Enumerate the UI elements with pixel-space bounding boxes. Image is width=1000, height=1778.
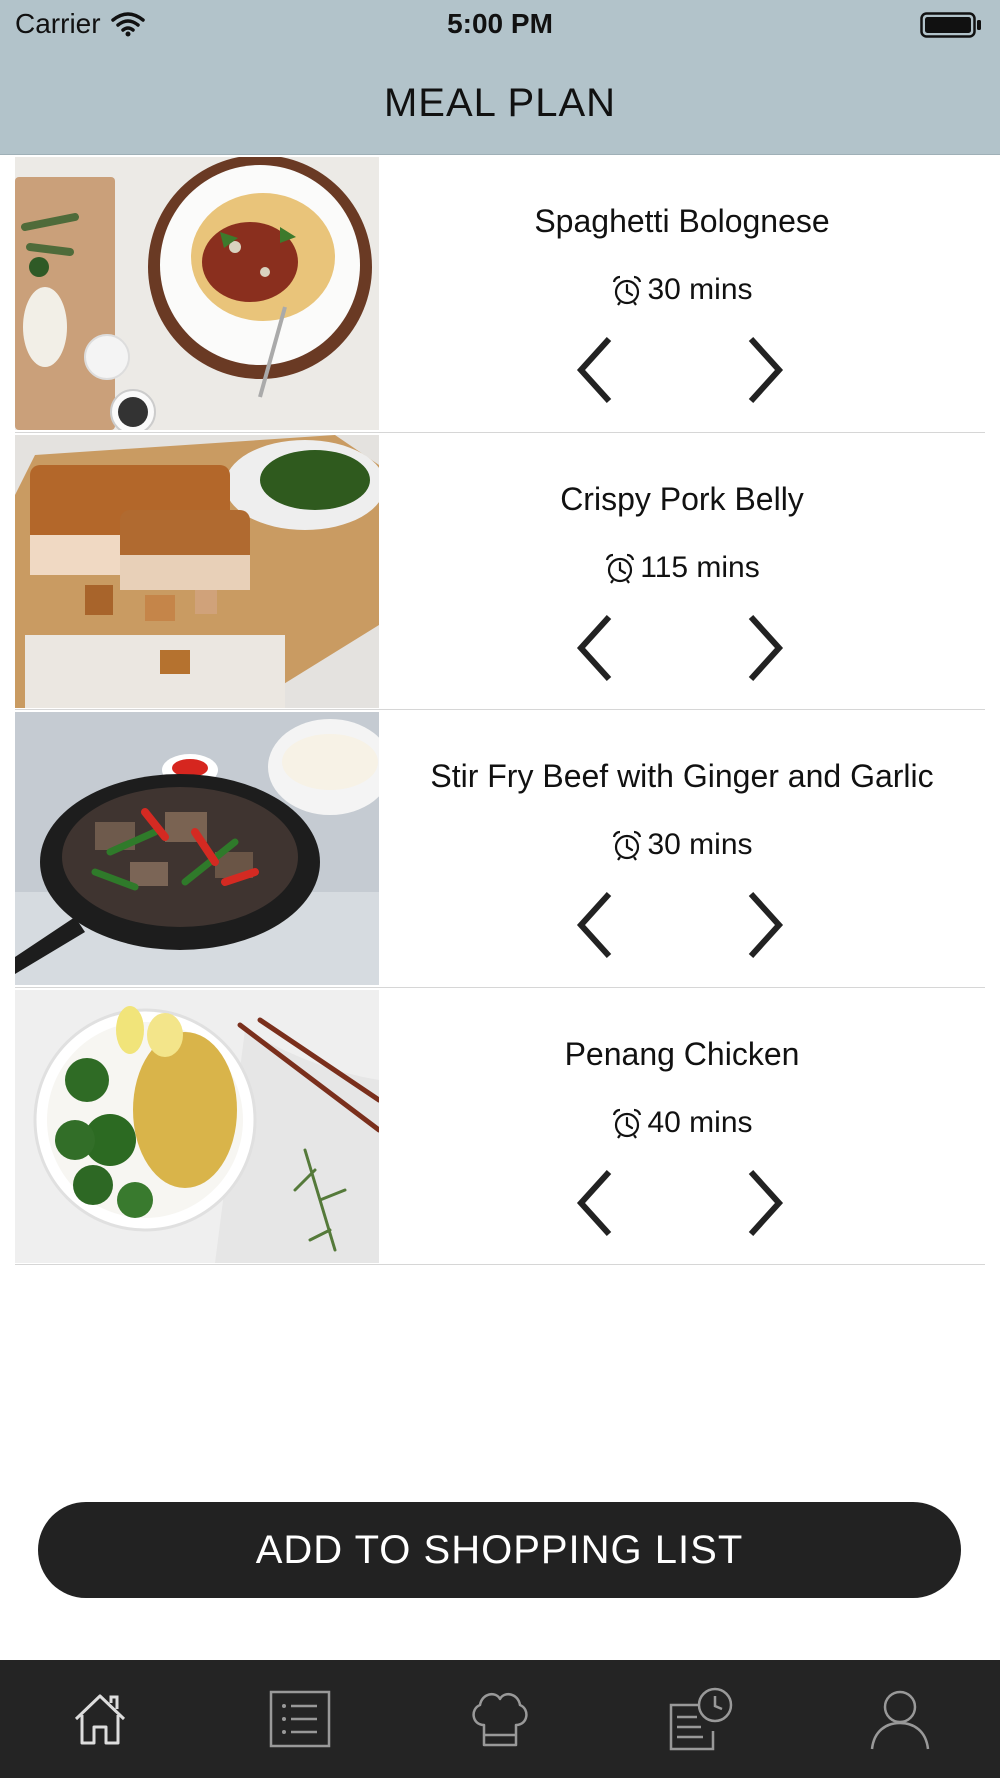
alarm-clock-icon xyxy=(613,275,642,306)
alarm-clock-icon xyxy=(613,1108,642,1139)
profile-icon xyxy=(870,1690,930,1750)
chevron-left-icon[interactable] xyxy=(575,613,615,683)
meal-row[interactable]: Crispy Pork Belly 115 mins xyxy=(15,433,985,710)
chevron-left-icon[interactable] xyxy=(575,890,615,960)
meal-row[interactable]: Stir Fry Beef with Ginger and Garlic 30 … xyxy=(15,710,985,988)
meal-time-label: 115 mins xyxy=(640,550,760,584)
meal-info: Stir Fry Beef with Ginger and Garlic 30 … xyxy=(379,710,985,987)
meal-time: 30 mins xyxy=(379,828,985,862)
meal-info: Penang Chicken 40 mins xyxy=(379,988,985,1265)
clock: 5:00 PM xyxy=(447,8,553,39)
list-icon xyxy=(269,1690,331,1748)
meal-time: 40 mins xyxy=(379,1106,985,1140)
page-title: MEAL PLAN xyxy=(383,80,617,125)
meal-photo xyxy=(15,712,379,985)
meal-time: 115 mins xyxy=(379,551,985,585)
nav-bar: MEAL PLAN xyxy=(0,52,1000,155)
meal-name: Crispy Pork Belly xyxy=(560,480,804,517)
tab-history[interactable] xyxy=(600,1660,800,1778)
meal-photo xyxy=(15,989,379,1263)
tab-profile[interactable] xyxy=(800,1660,1000,1778)
meal-switcher xyxy=(379,1168,985,1238)
status-bar: Carrier 5:00 PM xyxy=(0,0,1000,52)
battery-icon xyxy=(920,12,982,45)
meal-time: 30 mins xyxy=(379,273,985,307)
chevron-right-icon[interactable] xyxy=(745,335,785,405)
meal-info: Crispy Pork Belly 115 mins xyxy=(379,433,985,710)
chevron-right-icon[interactable] xyxy=(745,1168,785,1238)
meal-photo xyxy=(15,434,379,708)
tab-recipes[interactable] xyxy=(400,1660,600,1778)
meal-time-label: 30 mins xyxy=(647,273,753,306)
meal-switcher xyxy=(379,613,985,683)
history-icon xyxy=(669,1687,733,1751)
chevron-left-icon[interactable] xyxy=(575,1168,615,1238)
meal-switcher xyxy=(379,890,985,960)
alarm-clock-icon xyxy=(606,553,635,584)
chevron-left-icon[interactable] xyxy=(575,335,615,405)
chef-hat-icon xyxy=(472,1692,528,1747)
meal-time-label: 30 mins xyxy=(647,828,753,861)
meal-row[interactable]: Penang Chicken 40 mins xyxy=(15,988,985,1265)
meal-name: Stir Fry Beef with Ginger and Garlic xyxy=(430,758,934,794)
tab-home[interactable] xyxy=(0,1660,200,1778)
chevron-right-icon[interactable] xyxy=(745,890,785,960)
add-to-shopping-list-button[interactable]: ADD TO SHOPPING LIST xyxy=(38,1502,961,1598)
meal-name: Spaghetti Bolognese xyxy=(534,203,830,239)
meal-list: Spaghetti Bolognese 30 mins Crispy Pork … xyxy=(0,155,1000,1265)
tab-bar xyxy=(0,1660,1000,1778)
meal-time-label: 40 mins xyxy=(647,1105,753,1139)
meal-switcher xyxy=(379,335,985,405)
tab-list[interactable] xyxy=(200,1660,400,1778)
chevron-right-icon[interactable] xyxy=(745,613,785,683)
meal-info: Spaghetti Bolognese 30 mins xyxy=(379,155,985,432)
meal-photo xyxy=(15,157,379,430)
home-icon xyxy=(74,1694,126,1745)
meal-name: Penang Chicken xyxy=(564,1035,800,1072)
meal-row[interactable]: Spaghetti Bolognese 30 mins xyxy=(15,155,985,433)
alarm-clock-icon xyxy=(613,830,642,861)
